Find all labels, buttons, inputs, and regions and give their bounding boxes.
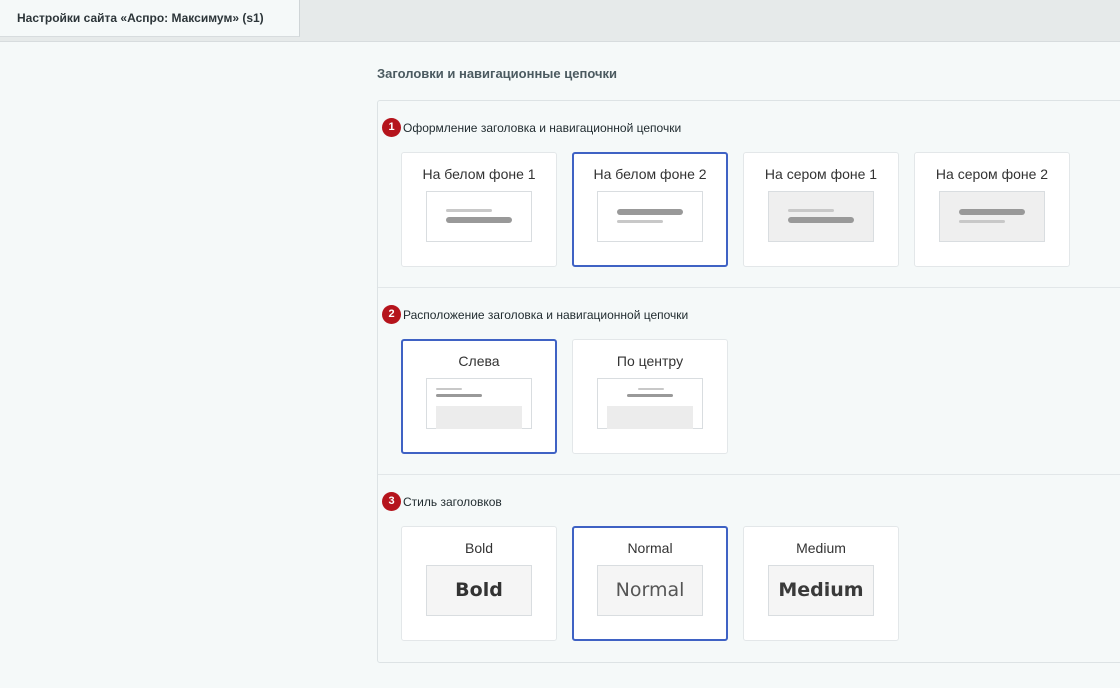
- option-label: Medium: [796, 540, 846, 556]
- preview-thumbnail: [597, 191, 703, 242]
- style-sample: Medium: [768, 565, 874, 616]
- section-label: Стиль заголовков: [403, 495, 502, 509]
- section-label: Оформление заголовка и навигационной цеп…: [403, 121, 682, 135]
- preview-thumbnail: [426, 191, 532, 242]
- option-style-normal[interactable]: Normal Normal: [572, 526, 728, 641]
- tab-site-settings[interactable]: Настройки сайта «Аспро: Максимум» (s1): [0, 0, 300, 37]
- section-label: Расположение заголовка и навигационной ц…: [403, 308, 689, 322]
- option-white-bg-1[interactable]: На белом фоне 1: [401, 152, 557, 267]
- preview-thumbnail: [426, 378, 532, 429]
- option-grey-bg-2[interactable]: На сером фоне 2: [914, 152, 1070, 267]
- settings-panel: 1 Оформление заголовка и навигационной ц…: [377, 100, 1120, 663]
- option-label: На белом фоне 2: [593, 166, 707, 182]
- option-white-bg-2[interactable]: На белом фоне 2: [572, 152, 728, 267]
- option-label: По центру: [616, 353, 684, 369]
- option-label: Bold: [464, 540, 494, 556]
- preview-thumbnail: [597, 378, 703, 429]
- section-heading-style: 3 Стиль заголовков Bold Bold Normal Norm…: [378, 475, 1120, 664]
- option-align-center[interactable]: По центру: [572, 339, 728, 454]
- section-header-position: 2 Расположение заголовка и навигационной…: [378, 288, 1120, 475]
- option-label: Слева: [458, 353, 500, 369]
- option-grey-bg-1[interactable]: На сером фоне 1: [743, 152, 899, 267]
- option-label: На сером фоне 1: [764, 166, 878, 182]
- preview-thumbnail: [768, 191, 874, 242]
- section-number-badge: 1: [382, 118, 401, 137]
- option-label: На сером фоне 2: [935, 166, 1049, 182]
- option-label: Normal: [627, 540, 673, 556]
- option-style-medium[interactable]: Medium Medium: [743, 526, 899, 641]
- section-number-badge: 2: [382, 305, 401, 324]
- preview-thumbnail: [939, 191, 1045, 242]
- option-style-bold[interactable]: Bold Bold: [401, 526, 557, 641]
- page-title: Заголовки и навигационные цепочки: [377, 66, 617, 81]
- style-sample: Bold: [426, 565, 532, 616]
- tab-bar: Настройки сайта «Аспро: Максимум» (s1): [0, 0, 1120, 42]
- section-header-design: 1 Оформление заголовка и навигационной ц…: [378, 101, 1120, 288]
- option-align-left[interactable]: Слева: [401, 339, 557, 454]
- option-label: На белом фоне 1: [422, 166, 536, 182]
- section-number-badge: 3: [382, 492, 401, 511]
- style-sample: Normal: [597, 565, 703, 616]
